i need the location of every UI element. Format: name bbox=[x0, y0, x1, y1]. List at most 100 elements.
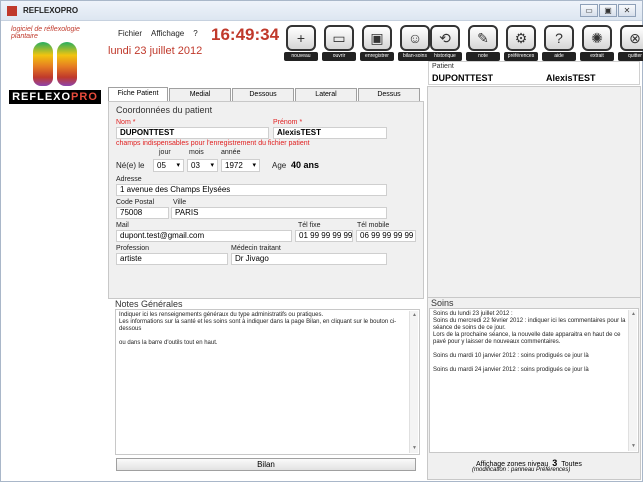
right-panel bbox=[427, 86, 641, 298]
current-patient-box: Patient DUPONTTEST AlexisTEST bbox=[428, 61, 640, 85]
mobile-field[interactable]: 06 99 99 99 99 bbox=[356, 230, 416, 242]
birth-year-value: 1972 bbox=[225, 161, 243, 170]
doctor-label: Médecin traitant bbox=[231, 245, 281, 252]
right-foot-icon bbox=[57, 42, 77, 86]
tab-medial[interactable]: Medial bbox=[169, 88, 231, 101]
help-label: aide bbox=[542, 52, 576, 61]
menu-bar: Fichier Affichage ? bbox=[118, 29, 198, 38]
menu-affichage[interactable]: Affichage bbox=[151, 29, 184, 38]
soins-entry: Lors de la prochaine séance, la nouvelle… bbox=[433, 332, 621, 345]
note-label: note bbox=[466, 52, 500, 61]
menu-help[interactable]: ? bbox=[193, 29, 197, 38]
last-name-label: Nom * bbox=[116, 119, 136, 126]
scroll-up-icon[interactable]: ▲ bbox=[410, 312, 419, 319]
tab-fiche-patient[interactable]: Fiche Patient bbox=[108, 87, 168, 101]
new-button[interactable]: + nouveau bbox=[284, 25, 318, 61]
bilan-soins-label: bilan-soins bbox=[398, 52, 432, 61]
open-button[interactable]: ▭ ouvrir bbox=[322, 25, 356, 61]
birth-month-select[interactable]: 03 ▾ bbox=[187, 159, 218, 172]
patient-last-name: DUPONTTEST bbox=[432, 73, 494, 83]
soins-textarea[interactable]: Soins du lundi 23 juillet 2012 : Soins d… bbox=[429, 308, 639, 453]
current-date: lundi 23 juillet 2012 bbox=[108, 45, 203, 57]
section-title: Coordonnées du patient bbox=[116, 105, 213, 115]
reflexopro-logo: logiciel de réflexologie plantaire REFLE… bbox=[9, 26, 103, 106]
mobile-label: Tél mobile bbox=[357, 222, 390, 229]
clock: 16:49:34 bbox=[211, 25, 280, 44]
history-icon: ⟲ bbox=[430, 25, 460, 51]
menu-fichier[interactable]: Fichier bbox=[118, 29, 142, 38]
chevron-down-icon: ▾ bbox=[210, 162, 214, 169]
history-label: historique bbox=[428, 52, 462, 61]
maximize-button[interactable]: ▣ bbox=[599, 4, 617, 17]
preferences-button[interactable]: ⚙ préférences bbox=[504, 25, 538, 61]
soins-section: Soins Soins du lundi 23 juillet 2012 : S… bbox=[427, 297, 641, 480]
save-button[interactable]: ▣ enregistrer bbox=[360, 25, 394, 61]
logo-word-pro: PRO bbox=[71, 91, 98, 103]
save-icon: ▣ bbox=[362, 25, 392, 51]
left-foot-icon bbox=[33, 42, 53, 86]
tab-lateral[interactable]: Lateral bbox=[295, 88, 357, 101]
birth-day-select[interactable]: 05 ▾ bbox=[153, 159, 184, 172]
person-icon: ☺ bbox=[400, 25, 430, 51]
title-bar: REFLEXOPRO ▭ ▣ ✕ bbox=[1, 1, 642, 21]
birth-year-select[interactable]: 1972 ▾ bbox=[221, 159, 260, 172]
extract-button[interactable]: ✺ extrait bbox=[580, 25, 614, 61]
city-label: Ville bbox=[173, 199, 187, 206]
app-body: logiciel de réflexologie plantaire REFLE… bbox=[1, 22, 643, 481]
feet-icon bbox=[31, 42, 79, 88]
last-name-field[interactable]: DUPONTTEST bbox=[116, 127, 269, 139]
tab-dessous[interactable]: Dessous bbox=[232, 88, 294, 101]
doctor-field[interactable]: Dr Jivago bbox=[231, 253, 387, 265]
soins-title: Soins bbox=[431, 298, 454, 308]
bilan-soins-button[interactable]: ☺ bilan-soins bbox=[398, 25, 432, 61]
scroll-down-icon[interactable]: ▼ bbox=[410, 445, 419, 452]
history-button[interactable]: ⟲ historique bbox=[428, 25, 462, 61]
soins-scrollbar[interactable]: ▲ ▼ bbox=[628, 310, 637, 451]
logo-wordmark: REFLEXOPRO bbox=[9, 90, 101, 104]
bilan-button[interactable]: Bilan bbox=[116, 458, 416, 471]
app-window: REFLEXOPRO ▭ ▣ ✕ logiciel de réflexologi… bbox=[0, 0, 643, 482]
year-label: année bbox=[221, 149, 241, 156]
general-notes-textarea[interactable]: Indiquer ici les renseignements généraux… bbox=[115, 309, 420, 455]
address-field[interactable]: 1 avenue des Champs Elysées bbox=[116, 184, 387, 196]
quit-button[interactable]: ⊗ quitter bbox=[618, 25, 643, 61]
minimize-button[interactable]: ▭ bbox=[580, 4, 598, 17]
soins-entry: Soins du mardi 24 janvier 2012 : soins p… bbox=[433, 367, 589, 373]
toolbar-secondary: ⟲ historique ✎ note ⚙ préférences ? aide ✺ ex… bbox=[428, 25, 643, 61]
profession-field[interactable]: artiste bbox=[116, 253, 228, 265]
chevron-down-icon: ▾ bbox=[176, 162, 180, 169]
chevron-down-icon: ▾ bbox=[252, 162, 256, 169]
scroll-up-icon[interactable]: ▲ bbox=[629, 311, 638, 318]
age-label: Age bbox=[272, 161, 287, 170]
birth-day-value: 05 bbox=[157, 161, 166, 170]
window-controls: ▭ ▣ ✕ bbox=[580, 4, 636, 17]
scroll-down-icon[interactable]: ▼ bbox=[629, 443, 638, 450]
address-label: Adresse bbox=[116, 176, 142, 183]
help-button[interactable]: ? aide bbox=[542, 25, 576, 61]
landline-field[interactable]: 01 99 99 99 99 bbox=[295, 230, 353, 242]
preferences-label: préférences bbox=[504, 52, 538, 61]
city-field[interactable]: PARIS bbox=[171, 207, 387, 219]
mail-field[interactable]: dupont.test@gmail.com bbox=[116, 230, 292, 242]
birth-date-label: Né(e) le bbox=[116, 161, 145, 170]
app-icon bbox=[7, 6, 17, 16]
notes-line-2: Les informations sur la santé et les soi… bbox=[119, 319, 397, 332]
quit-icon: ⊗ bbox=[620, 25, 643, 51]
note-button[interactable]: ✎ note bbox=[466, 25, 500, 61]
postal-code-label: Code Postal bbox=[116, 199, 155, 206]
month-label: mois bbox=[189, 149, 204, 156]
first-name-field[interactable]: AlexisTEST bbox=[273, 127, 387, 139]
window-title: REFLEXOPRO bbox=[23, 6, 79, 15]
new-label: nouveau bbox=[284, 52, 318, 61]
tab-dessus[interactable]: Dessus bbox=[358, 88, 420, 101]
note-icon: ✎ bbox=[468, 25, 498, 51]
notes-scrollbar[interactable]: ▲ ▼ bbox=[409, 311, 418, 453]
open-label: ouvrir bbox=[322, 52, 356, 61]
logo-word-main: REFLEXO bbox=[12, 91, 72, 103]
landline-label: Tél fixe bbox=[298, 222, 321, 229]
soins-entry: Soins du mercredi 22 février 2012 : indi… bbox=[433, 318, 626, 331]
postal-code-field[interactable]: 75008 bbox=[116, 207, 169, 219]
patient-first-name: AlexisTEST bbox=[546, 73, 596, 83]
soins-entry: Soins du lundi 23 juillet 2012 : bbox=[433, 311, 513, 317]
close-button[interactable]: ✕ bbox=[618, 4, 636, 17]
